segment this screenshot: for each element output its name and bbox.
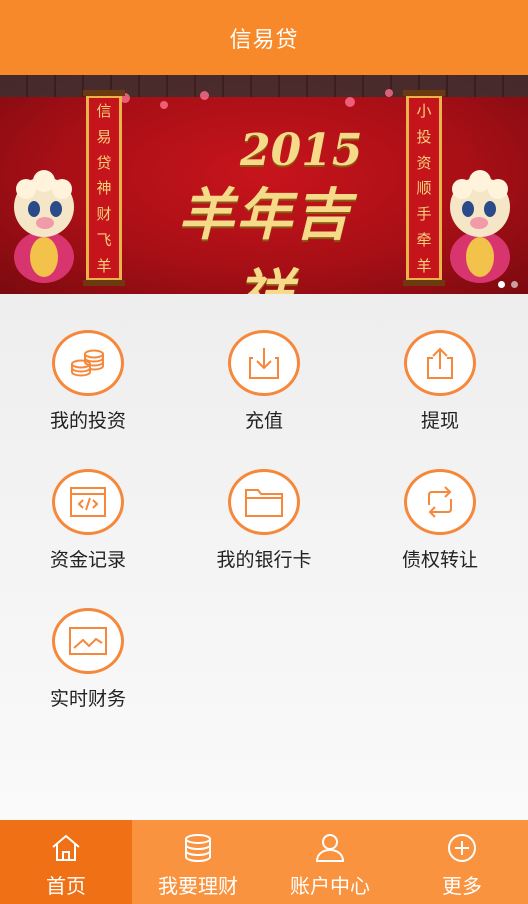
- menu-icon-circle: [228, 330, 300, 396]
- plus-circle-icon: [448, 834, 476, 862]
- menu-icon-circle: [52, 469, 124, 535]
- menu-item-label: 我的银行卡: [216, 549, 312, 571]
- menu-icon-circle: [404, 469, 476, 535]
- menu-item-my-investment[interactable]: 我的投资: [0, 294, 176, 433]
- database-icon: [185, 834, 211, 863]
- couplet-char: 牵: [416, 230, 432, 249]
- left-couplet-scroll: 信 易 贷 神 财 飞 羊: [83, 90, 125, 286]
- couplet-char: 羊: [416, 256, 432, 275]
- tab-label: 更多: [442, 874, 482, 898]
- menu-item-label: 实时财务: [49, 688, 126, 710]
- banner-pagination: [498, 281, 518, 288]
- couplet-char: 信: [96, 102, 112, 121]
- menu-item-recharge[interactable]: 充值: [176, 294, 352, 433]
- menu-icon-circle: [52, 608, 124, 674]
- banner-calligraphy: 羊年吉祥: [178, 182, 352, 294]
- menu-item-fund-records[interactable]: 资金记录: [0, 433, 176, 572]
- menu-item-label: 债权转让: [401, 549, 478, 571]
- tab-label: 首页: [46, 874, 86, 898]
- tab-wealth-management[interactable]: 我要理财: [132, 820, 264, 904]
- tab-home[interactable]: 首页: [0, 820, 132, 904]
- menu-item-my-bank-card[interactable]: 我的银行卡: [176, 433, 352, 572]
- user-icon: [315, 834, 345, 862]
- bottom-tab-bar: 首页 我要理财 账户中心 更多: [0, 820, 528, 904]
- blossom-decoration: [160, 101, 168, 109]
- folder-icon: [245, 489, 283, 517]
- menu-item-withdraw[interactable]: 提现: [352, 294, 528, 433]
- tab-account-center[interactable]: 账户中心: [264, 820, 396, 904]
- menu-item-label: 资金记录: [49, 549, 126, 571]
- menu-icon-circle: [404, 330, 476, 396]
- banner-wall-decoration: [0, 75, 528, 97]
- blossom-decoration: [385, 89, 393, 97]
- tab-label: 我要理财: [158, 874, 238, 898]
- menu-grid: 我的投资 充值 提现 资金记录 我的银行卡 债权转让 实时财务: [0, 294, 528, 820]
- couplet-char: 羊: [96, 256, 112, 275]
- menu-item-label: 充值: [244, 410, 283, 432]
- couplet-char: 手: [416, 205, 432, 224]
- coins-icon: [71, 349, 104, 377]
- menu-item-label: 提现: [420, 410, 459, 432]
- menu-item-label: 我的投资: [49, 410, 126, 432]
- home-icon: [52, 834, 80, 861]
- app-header: 信易贷: [0, 0, 528, 75]
- couplet-char: 神: [96, 179, 112, 198]
- menu-item-realtime-finance[interactable]: 实时财务: [0, 572, 176, 711]
- couplet-char: 顺: [416, 179, 432, 198]
- couplet-char: 投: [416, 128, 432, 147]
- tab-label: 账户中心: [290, 874, 370, 898]
- sheep-mascot-icon: [450, 170, 510, 283]
- transfer-arrows-icon: [428, 486, 452, 518]
- blossom-decoration: [200, 91, 209, 100]
- code-document-icon: [70, 487, 106, 517]
- menu-icon-circle: [52, 330, 124, 396]
- upload-icon: [427, 347, 453, 379]
- sheep-mascot-icon: [14, 170, 74, 283]
- page-title: 信易贷: [229, 27, 299, 53]
- pagination-dot: [511, 281, 518, 288]
- menu-item-debt-transfer[interactable]: 债权转让: [352, 433, 528, 572]
- menu-icon-circle: [228, 469, 300, 535]
- couplet-char: 易: [96, 128, 112, 147]
- pagination-dot: [498, 281, 505, 288]
- couplet-char: 小: [416, 102, 432, 121]
- banner-year: 2015: [240, 125, 363, 176]
- tab-more[interactable]: 更多: [396, 820, 528, 904]
- download-icon: [249, 348, 279, 379]
- line-chart-icon: [69, 627, 107, 655]
- couplet-char: 贷: [96, 153, 112, 172]
- right-couplet-scroll: 小 投 资 顺 手 牵 羊: [403, 90, 445, 286]
- couplet-char: 资: [416, 153, 432, 172]
- promo-banner[interactable]: 信 易 贷 神 财 飞 羊 小 投 资 顺 手 牵 羊 2015 羊年吉祥: [0, 75, 528, 294]
- couplet-char: 财: [96, 205, 112, 224]
- blossom-decoration: [345, 97, 355, 107]
- couplet-char: 飞: [96, 230, 112, 249]
